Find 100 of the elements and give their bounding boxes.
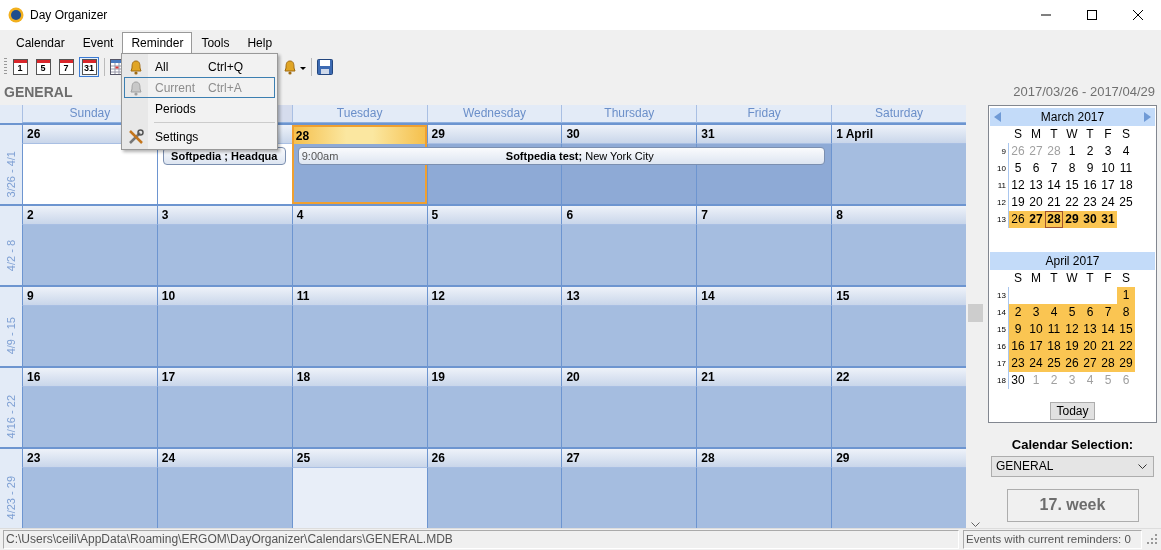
mini-day[interactable]: 21	[1045, 193, 1063, 211]
mini-day[interactable]: 30	[1081, 210, 1099, 228]
week-number: 11	[995, 176, 1009, 194]
date-header[interactable]: 23	[22, 448, 157, 468]
day-background[interactable]	[22, 143, 157, 204]
weekday-letter: T	[1049, 125, 1059, 143]
mini-day[interactable]: 7	[1099, 303, 1117, 321]
date-header[interactable]: 21	[696, 367, 832, 387]
mini-day[interactable]: 20	[1027, 193, 1045, 211]
menu-item[interactable]: Tools	[192, 32, 239, 54]
next-month-icon[interactable]	[1144, 111, 1151, 122]
mini-day[interactable]: 2	[1081, 142, 1099, 160]
menu-entry[interactable]: All Ctrl+Q	[124, 56, 275, 77]
scrollbar-thumb[interactable]	[968, 304, 983, 323]
mini-day[interactable]: 29	[1063, 210, 1081, 228]
resize-grip-icon[interactable]	[1146, 533, 1158, 546]
mini-day[interactable]: 26	[1009, 210, 1027, 228]
mini-day[interactable]: 24	[1099, 193, 1117, 211]
date-header[interactable]: 24	[156, 448, 292, 468]
date-header[interactable]: 6	[561, 205, 697, 225]
mini-day[interactable]: 13	[1027, 176, 1045, 194]
mini-day[interactable]: 19	[1009, 193, 1027, 211]
date-header[interactable]: 4	[291, 205, 427, 225]
mini-day[interactable]: 1	[1117, 286, 1135, 304]
date-header[interactable]: 7	[696, 205, 832, 225]
bell-button[interactable]	[282, 58, 306, 75]
mini-day[interactable]: 6	[1027, 159, 1045, 177]
date-header[interactable]: 8	[831, 205, 966, 225]
date-header[interactable]: 30	[561, 124, 697, 144]
weekday-letter: S	[1013, 125, 1023, 143]
mini-day[interactable]: 3	[1099, 142, 1117, 160]
mini-day[interactable]: 3	[1027, 303, 1045, 321]
mini-day[interactable]: 27	[1027, 210, 1045, 228]
menu-item[interactable]: Reminder	[122, 32, 193, 54]
previous-month-icon[interactable]	[994, 111, 1001, 122]
mini-day[interactable]: 16	[1081, 176, 1099, 194]
calendar-day-button[interactable]: 7	[56, 56, 76, 77]
date-header[interactable]: 20	[561, 367, 697, 387]
mini-day[interactable]: 30	[1009, 371, 1027, 389]
date-header[interactable]: 3	[156, 205, 292, 225]
mini-day[interactable]: 14	[1045, 176, 1063, 194]
date-header[interactable]: 2	[22, 205, 157, 225]
date-header[interactable]: 17	[156, 367, 292, 387]
date-header[interactable]: 12	[426, 286, 562, 306]
save-button[interactable]	[317, 58, 333, 75]
calendar-dropdown[interactable]: GENERAL	[991, 455, 1154, 477]
date-header[interactable]: 25	[291, 448, 427, 468]
date-header[interactable]: 10	[156, 286, 292, 306]
day-background[interactable]	[831, 143, 966, 204]
weekday-letter: S	[1121, 269, 1131, 287]
mini-day[interactable]: 1	[1063, 142, 1081, 160]
date-header[interactable]: 29	[831, 448, 966, 468]
menu-item[interactable]: Event	[73, 32, 123, 54]
date-header[interactable]: 19	[426, 367, 562, 387]
date-header[interactable]: 13	[561, 286, 697, 306]
date-header[interactable]: 27	[561, 448, 697, 468]
calendar-day-button[interactable]: 31	[79, 56, 99, 77]
today-button[interactable]: Today	[1050, 401, 1095, 420]
date-header[interactable]: 22	[831, 367, 966, 387]
weekday-header: Wednesday	[426, 104, 562, 123]
mini-day[interactable]: 12	[1009, 176, 1027, 194]
mini-day[interactable]: 4	[1045, 303, 1063, 321]
date-header[interactable]: 28	[291, 124, 427, 144]
mini-day[interactable]: 23	[1081, 193, 1099, 211]
window-title: Day Organizer	[30, 8, 109, 22]
mini-day[interactable]: 22	[1063, 193, 1081, 211]
calendar-day-button[interactable]: 5	[33, 56, 53, 77]
mini-day[interactable]: 5	[1009, 159, 1027, 177]
date-header[interactable]: 9	[22, 286, 157, 306]
calendar-day-button[interactable]: 1	[10, 56, 30, 77]
mini-day[interactable]: 17	[1099, 176, 1117, 194]
mini-day[interactable]: 5	[1063, 303, 1081, 321]
mini-day[interactable]: 6	[1081, 303, 1099, 321]
mini-day[interactable]: 31	[1099, 210, 1117, 228]
date-header[interactable]: 5	[426, 205, 562, 225]
mini-day[interactable]: 11	[1117, 159, 1135, 177]
mini-day[interactable]: 8	[1063, 159, 1081, 177]
date-header[interactable]: 26	[426, 448, 562, 468]
mini-day[interactable]: 15	[1063, 176, 1081, 194]
date-header[interactable]: 18	[291, 367, 427, 387]
menu-item[interactable]: Calendar	[7, 32, 74, 54]
date-header[interactable]: 28	[696, 448, 832, 468]
date-header[interactable]: 14	[696, 286, 832, 306]
mini-day[interactable]: 18	[1117, 176, 1135, 194]
mini-day[interactable]: 2	[1009, 303, 1027, 321]
menu-item[interactable]: Help	[238, 32, 282, 54]
date-header[interactable]: 16	[22, 367, 157, 387]
mini-day[interactable]: 4	[1117, 142, 1135, 160]
date-header[interactable]: 11	[291, 286, 427, 306]
mini-day[interactable]: 9	[1081, 159, 1099, 177]
scroll-down-icon[interactable]	[971, 521, 980, 528]
mini-day[interactable]: 28	[1045, 210, 1063, 228]
mini-day[interactable]: 10	[1099, 159, 1117, 177]
weekday-letter: S	[1013, 269, 1023, 287]
date-header[interactable]: 29	[426, 124, 562, 144]
mini-day[interactable]: 7	[1045, 159, 1063, 177]
mini-day[interactable]: 25	[1117, 193, 1135, 211]
date-header[interactable]: 15	[831, 286, 966, 306]
date-header[interactable]: 1 April	[831, 124, 966, 144]
date-header[interactable]: 31	[696, 124, 832, 144]
